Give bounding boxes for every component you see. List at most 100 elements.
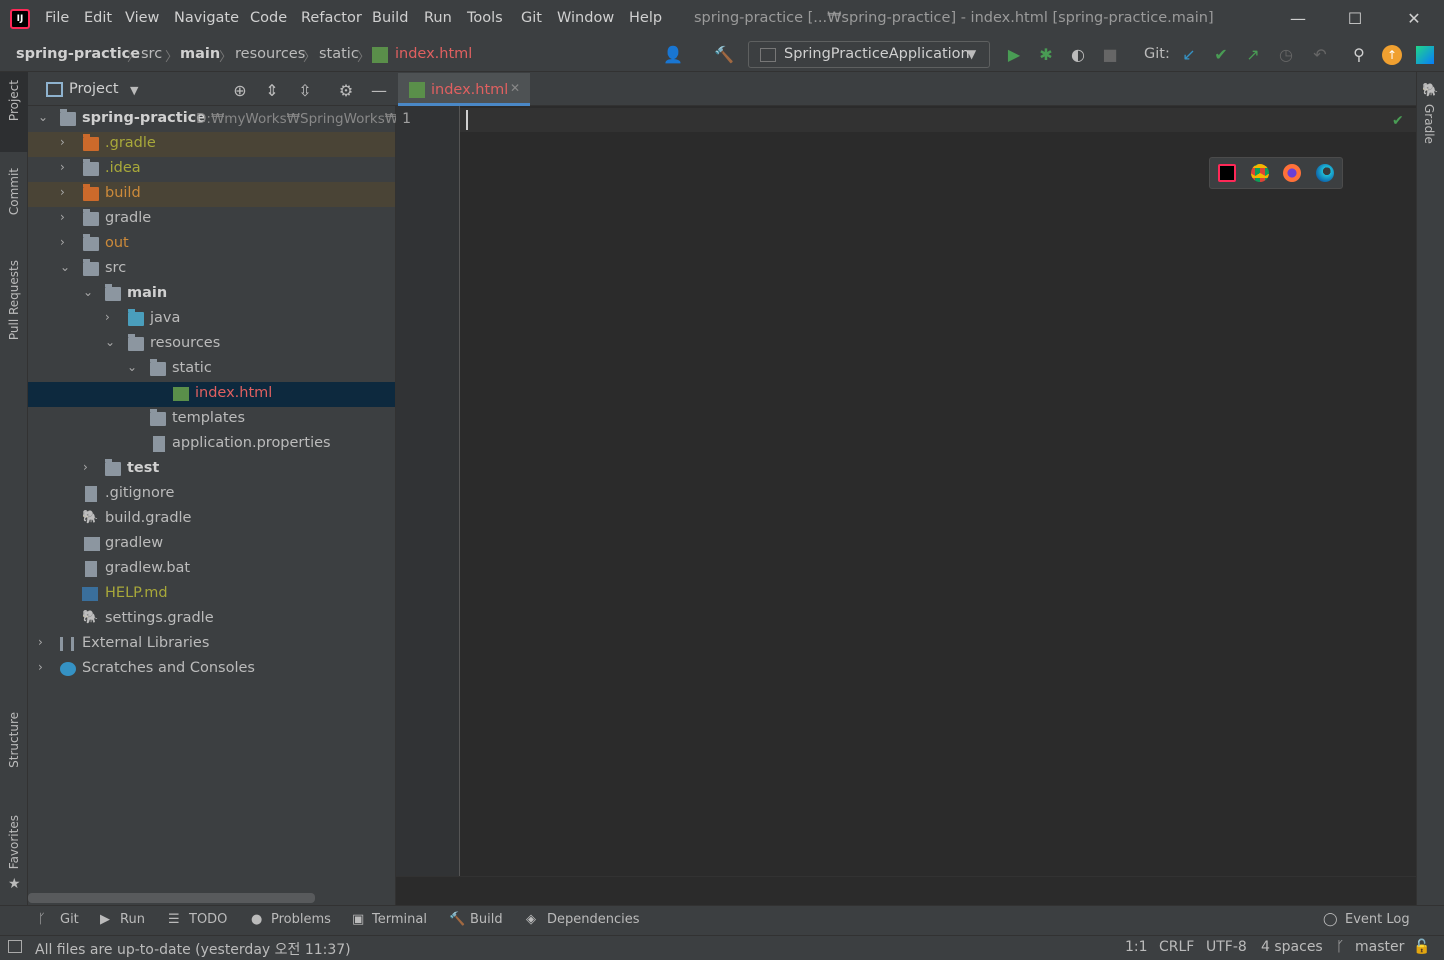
tab-favorites[interactable]: Favorites [7, 815, 21, 869]
git-branch[interactable]: master [1355, 939, 1404, 955]
toolwindow-terminal[interactable]: Terminal [372, 912, 427, 927]
tree-item-gradle[interactable]: › gradle [28, 207, 395, 232]
horizontal-scrollbar[interactable] [28, 893, 315, 903]
lock-icon[interactable]: 🔓 [1413, 939, 1430, 955]
chevron-down-icon[interactable]: ⌄ [105, 335, 115, 349]
collapse-all-icon[interactable]: ⇳ [294, 80, 316, 102]
line-separator[interactable]: CRLF [1159, 939, 1194, 955]
chevron-right-icon[interactable]: › [60, 235, 65, 249]
tree-item-static[interactable]: ⌄ static [28, 357, 395, 382]
intellij-browser-icon[interactable] [1218, 164, 1236, 182]
run-icon[interactable]: ▶ [1003, 44, 1025, 66]
chevron-down-icon[interactable]: ▼ [130, 84, 138, 97]
search-icon[interactable]: ⚲ [1348, 44, 1370, 66]
edge-icon[interactable] [1316, 164, 1334, 182]
stop-icon[interactable]: ■ [1099, 44, 1121, 66]
tree-item-test[interactable]: › test [28, 457, 395, 482]
debug-icon[interactable]: ✱ [1035, 44, 1057, 66]
tree-item-gradlew-bat[interactable]: gradlew.bat [28, 557, 395, 582]
chevron-right-icon[interactable]: › [60, 210, 65, 224]
menu-git[interactable]: Git [521, 10, 542, 26]
tree-item-gradlew[interactable]: gradlew [28, 532, 395, 557]
tab-gradle[interactable]: Gradle [1422, 104, 1436, 144]
tab-structure[interactable]: Structure [7, 712, 21, 768]
menu-run[interactable]: Run [424, 10, 452, 26]
menu-view[interactable]: View [125, 10, 159, 26]
breadcrumb-resources[interactable]: resources [235, 46, 305, 62]
toolwindow-dependencies[interactable]: Dependencies [547, 912, 640, 927]
toolwindow-event-log[interactable]: Event Log [1345, 912, 1410, 927]
tree-item-application-properties[interactable]: application.properties [28, 432, 395, 457]
git-update-icon[interactable]: ↙ [1178, 44, 1200, 66]
tree-item-out[interactable]: › out [28, 232, 395, 257]
git-push-icon[interactable]: ↗ [1242, 44, 1264, 66]
minimize-icon[interactable]: — [1278, 6, 1318, 32]
tree-item-gitignore[interactable]: .gitignore [28, 482, 395, 507]
git-rollback-icon[interactable]: ↶ [1309, 44, 1331, 66]
expand-all-icon[interactable]: ⇕ [261, 80, 283, 102]
breadcrumb-src[interactable]: src [141, 46, 162, 62]
chevron-right-icon[interactable]: › [60, 160, 65, 174]
menu-build[interactable]: Build [372, 10, 408, 26]
firefox-icon[interactable] [1283, 164, 1301, 182]
close-icon[interactable]: ✕ [510, 81, 520, 95]
breadcrumb-main[interactable]: main [180, 46, 220, 62]
chevron-down-icon[interactable]: ⌄ [38, 110, 48, 124]
tree-item-help-md[interactable]: HELP.md [28, 582, 395, 607]
close-icon[interactable]: ✕ [1394, 6, 1434, 32]
chevron-right-icon[interactable]: › [60, 135, 65, 149]
maximize-icon[interactable]: ☐ [1335, 6, 1375, 32]
file-encoding[interactable]: UTF-8 [1206, 939, 1247, 955]
inspection-ok-icon[interactable]: ✔ [1392, 113, 1404, 129]
toolwindow-git[interactable]: Git [60, 912, 79, 927]
gear-icon[interactable]: ⚙ [335, 80, 357, 102]
git-history-icon[interactable]: ◷ [1275, 44, 1297, 66]
menu-refactor[interactable]: Refactor [301, 10, 362, 26]
menu-window[interactable]: Window [557, 10, 614, 26]
toolwindow-todo[interactable]: TODO [189, 912, 227, 927]
tree-item-dot-idea[interactable]: › .idea [28, 157, 395, 182]
code-editor[interactable] [460, 106, 1416, 876]
tree-item-main[interactable]: ⌄ main [28, 282, 395, 307]
tree-item-src[interactable]: ⌄ src [28, 257, 395, 282]
build-hammer-icon[interactable]: 🔨 [713, 44, 735, 66]
menu-code[interactable]: Code [250, 10, 287, 26]
chevron-right-icon[interactable]: › [83, 460, 88, 474]
tree-item-resources[interactable]: ⌄ resources [28, 332, 395, 357]
panel-toggle-icon[interactable] [8, 940, 22, 953]
project-view-title[interactable]: Project [69, 81, 119, 97]
tree-item-templates[interactable]: templates [28, 407, 395, 432]
chevron-down-icon[interactable]: ⌄ [83, 285, 93, 299]
tree-item-java[interactable]: › java [28, 307, 395, 332]
toolwindow-run[interactable]: Run [120, 912, 145, 927]
chevron-right-icon[interactable]: › [38, 635, 43, 649]
chevron-down-icon[interactable]: ⌄ [127, 360, 137, 374]
tree-item-dot-gradle[interactable]: › .gradle [28, 132, 395, 157]
tree-item-scratches[interactable]: › Scratches and Consoles [28, 657, 395, 682]
chevron-right-icon[interactable]: › [105, 310, 110, 324]
caret-position[interactable]: 1:1 [1125, 939, 1148, 955]
tab-pull-requests[interactable]: Pull Requests [7, 260, 21, 340]
code-with-me-icon[interactable] [1416, 46, 1434, 64]
chevron-right-icon[interactable]: › [38, 660, 43, 674]
tree-item-index-html[interactable]: index.html [28, 382, 395, 407]
menu-tools[interactable]: Tools [467, 10, 503, 26]
tree-item-external-libraries[interactable]: › External Libraries [28, 632, 395, 657]
tree-item-build-gradle[interactable]: 🐘 build.gradle [28, 507, 395, 532]
tab-project[interactable]: Project [7, 80, 21, 121]
menu-navigate[interactable]: Navigate [174, 10, 239, 26]
chevron-down-icon[interactable]: ⌄ [60, 260, 70, 274]
toolwindow-problems[interactable]: Problems [271, 912, 331, 927]
menu-edit[interactable]: Edit [84, 10, 112, 26]
tree-item-settings-gradle[interactable]: 🐘 settings.gradle [28, 607, 395, 632]
tab-commit[interactable]: Commit [7, 168, 21, 215]
toolwindow-build[interactable]: Build [470, 912, 503, 927]
menu-file[interactable]: File [45, 10, 69, 26]
coverage-icon[interactable]: ◐ [1067, 44, 1089, 66]
tree-item-project-root[interactable]: ⌄ spring-practice D:₩myWorks₩SpringWorks… [28, 107, 405, 132]
hide-panel-icon[interactable]: — [368, 80, 390, 102]
chrome-icon[interactable] [1251, 164, 1269, 182]
menu-help[interactable]: Help [629, 10, 662, 26]
indent-setting[interactable]: 4 spaces [1261, 939, 1323, 955]
breadcrumb-project[interactable]: spring-practice [16, 46, 140, 62]
